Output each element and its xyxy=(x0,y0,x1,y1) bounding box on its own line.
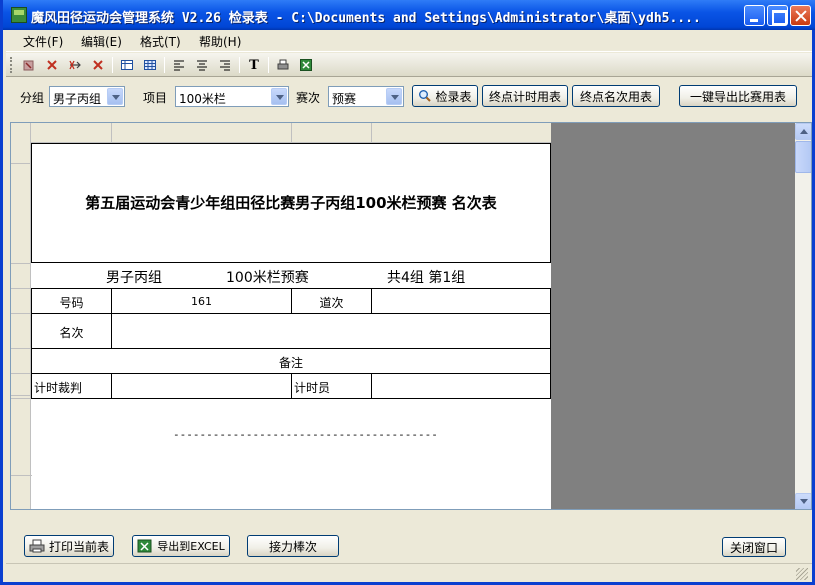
group-label: 分组 xyxy=(20,91,45,105)
export-excel-label: 导出到EXCEL xyxy=(157,540,225,553)
align-center-icon[interactable] xyxy=(193,56,211,74)
gridline xyxy=(11,263,31,264)
print-current-label: 打印当前表 xyxy=(48,539,109,554)
finish-rank-button[interactable]: 终点名次用表 xyxy=(572,85,660,107)
toolbar-grip[interactable] xyxy=(10,57,13,73)
row-header-strip xyxy=(11,123,31,509)
window-title: 魔风田径运动会管理系统 V2.26 检录表 - C:\Documents and… xyxy=(31,11,701,26)
gridline xyxy=(11,313,31,314)
timer-value-cell[interactable] xyxy=(371,373,551,399)
lane-value-cell[interactable] xyxy=(371,288,551,314)
print-current-button[interactable]: 打印当前表 xyxy=(24,535,114,557)
filter-bar: 分组 男子丙组 项目 100米栏 赛次 预赛 检录表 终点计时用表 终点名次用表… xyxy=(6,78,812,118)
excel-icon xyxy=(137,539,152,553)
gridline xyxy=(11,288,31,289)
scroll-up-icon[interactable] xyxy=(795,123,811,140)
print-icon[interactable] xyxy=(274,56,292,74)
pointer-icon[interactable] xyxy=(20,56,38,74)
menu-bar: 文件(F) 编辑(E) 格式(T) 帮助(H) xyxy=(6,30,812,52)
menu-edit[interactable]: 编辑(E) xyxy=(81,33,122,50)
grid-icon[interactable] xyxy=(141,56,159,74)
table-icon[interactable] xyxy=(118,56,136,74)
round-value: 预赛 xyxy=(332,92,357,106)
rank-label: 名次 xyxy=(59,326,84,340)
title-bar[interactable]: 魔风田径运动会管理系统 V2.26 检录表 - C:\Documents and… xyxy=(3,0,815,30)
judge-label-cell: 计时裁判 xyxy=(31,373,112,399)
group-select[interactable]: 男子丙组 xyxy=(49,86,125,107)
sheet-title: 第五届运动会青少年组田径比赛男子丙组100米栏预赛 名次表 xyxy=(85,194,497,212)
relay-baton-button[interactable]: 接力棒次 xyxy=(247,535,339,557)
app-icon xyxy=(11,7,27,23)
insert-row-icon[interactable] xyxy=(66,56,84,74)
timer-label: 计时员 xyxy=(294,381,331,395)
gridline xyxy=(11,163,31,164)
app-window: 魔风田径运动会管理系统 V2.26 检录表 - C:\Documents and… xyxy=(0,0,815,585)
sheet-title-cell[interactable]: 第五届运动会青少年组田径比赛男子丙组100米栏预赛 名次表 xyxy=(31,143,551,263)
sheet-viewport[interactable]: 第五届运动会青少年组田径比赛男子丙组100米栏预赛 名次表 男子丙组 100米栏… xyxy=(10,122,812,510)
canvas-background xyxy=(551,123,795,509)
group-value: 男子丙组 xyxy=(53,92,102,106)
text-icon[interactable]: T xyxy=(245,56,263,74)
toolbar: T xyxy=(6,53,812,77)
export-excel-button[interactable]: 导出到EXCEL xyxy=(132,535,230,557)
rank-value-cell[interactable] xyxy=(111,313,551,349)
column-header-strip xyxy=(11,123,551,143)
chevron-down-icon[interactable] xyxy=(386,88,402,105)
delete-icon[interactable] xyxy=(43,56,61,74)
export-all-button-label: 一键导出比赛用表 xyxy=(689,89,786,104)
printer-icon xyxy=(29,539,45,553)
rank-label-cell: 名次 xyxy=(31,313,112,349)
subtitle-group: 男子丙组 xyxy=(106,270,162,286)
event-select[interactable]: 100米栏 xyxy=(175,86,289,107)
align-right-icon[interactable] xyxy=(216,56,234,74)
search-icon xyxy=(419,90,432,102)
lane-label-cell: 道次 xyxy=(291,288,372,314)
gridline xyxy=(11,373,31,374)
close-window-button[interactable] xyxy=(790,5,811,26)
judge-value-cell[interactable] xyxy=(111,373,292,399)
status-bar xyxy=(6,563,812,582)
finish-timing-button[interactable]: 终点计时用表 xyxy=(482,85,568,107)
number-label-cell: 号码 xyxy=(31,288,112,314)
gridline xyxy=(11,398,31,399)
delete-row-icon[interactable] xyxy=(89,56,107,74)
event-label: 项目 xyxy=(143,91,168,105)
resize-grip-icon[interactable] xyxy=(796,568,808,580)
checkin-button-label: 检录表 xyxy=(435,89,472,104)
timer-label-cell: 计时员 xyxy=(291,373,372,399)
menu-file[interactable]: 文件(F) xyxy=(23,33,63,50)
number-value-cell[interactable]: 161 xyxy=(111,288,292,314)
menu-format[interactable]: 格式(T) xyxy=(140,33,181,50)
gridline xyxy=(11,348,31,349)
remark-label: 备注 xyxy=(278,356,303,370)
round-select[interactable]: 预赛 xyxy=(328,86,404,107)
event-value: 100米栏 xyxy=(179,92,226,106)
scroll-down-icon[interactable] xyxy=(795,493,811,509)
subtitle-event: 100米栏预赛 xyxy=(226,270,309,286)
checkin-button[interactable]: 检录表 xyxy=(412,85,478,107)
finish-timing-button-label: 终点计时用表 xyxy=(488,89,561,104)
maximize-button[interactable] xyxy=(767,5,788,26)
number-value: 161 xyxy=(191,295,212,308)
round-label: 赛次 xyxy=(296,91,321,105)
chevron-down-icon[interactable] xyxy=(271,88,287,105)
remark-cell[interactable]: 备注 xyxy=(31,348,551,374)
minimize-button[interactable] xyxy=(744,5,765,26)
excel-icon[interactable] xyxy=(297,56,315,74)
relay-baton-label: 接力棒次 xyxy=(268,539,317,554)
export-all-button[interactable]: 一键导出比赛用表 xyxy=(679,85,797,107)
finish-rank-button-label: 终点名次用表 xyxy=(579,89,652,104)
signature-dash-line: ---------------------------------------- xyxy=(173,428,438,441)
lane-label: 道次 xyxy=(319,296,344,310)
align-left-icon[interactable] xyxy=(170,56,188,74)
subtitle-heat: 共4组 第1组 xyxy=(387,270,466,286)
scroll-thumb[interactable] xyxy=(795,141,811,173)
judge-label: 计时裁判 xyxy=(34,381,83,395)
number-label: 号码 xyxy=(59,296,84,310)
close-dialog-button[interactable]: 关闭窗口 xyxy=(722,537,786,557)
vertical-scrollbar[interactable] xyxy=(795,123,811,509)
close-dialog-label: 关闭窗口 xyxy=(729,540,778,555)
menu-help[interactable]: 帮助(H) xyxy=(199,33,241,50)
chevron-down-icon[interactable] xyxy=(107,88,123,105)
